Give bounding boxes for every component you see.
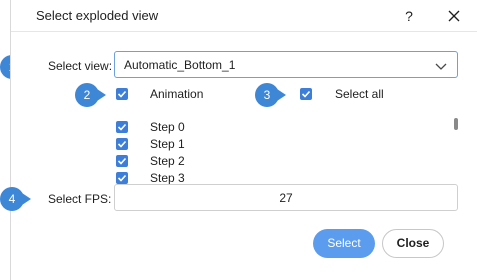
step-label: Step 2 <box>150 154 185 168</box>
animation-checkbox[interactable] <box>116 88 128 100</box>
list-item: Step 3 <box>114 170 444 184</box>
step-label: Step 0 <box>150 120 185 134</box>
chevron-down-icon <box>435 60 447 70</box>
select-all-label: Select all <box>335 87 384 101</box>
list-item: Step 1 <box>114 136 444 152</box>
callout-badge-3: 3 <box>255 83 279 107</box>
help-button[interactable]: ? <box>399 6 419 26</box>
list-item: Step 2 <box>114 153 444 169</box>
select-fps-label: Select FPS: <box>48 192 112 206</box>
steps-scrollbar[interactable] <box>454 118 458 176</box>
callout-arrow-3 <box>277 89 286 101</box>
step-0-checkbox[interactable] <box>116 121 128 133</box>
exploded-view-dialog: Select exploded view ? Select view: Auto… <box>10 0 477 280</box>
view-select-dropdown[interactable]: Automatic_Bottom_1 <box>114 51 458 78</box>
step-label: Step 3 <box>150 171 185 184</box>
select-all-checkbox[interactable] <box>300 88 312 100</box>
title-bar: Select exploded view ? <box>11 0 477 32</box>
callout-arrow-4 <box>22 193 31 205</box>
list-item: Step 0 <box>114 119 444 135</box>
dialog-title: Select exploded view <box>36 8 159 23</box>
step-2-checkbox[interactable] <box>116 155 128 167</box>
callout-badge-2: 2 <box>75 83 99 107</box>
select-button[interactable]: Select <box>313 229 375 258</box>
callout-badge-4: 4 <box>0 187 24 211</box>
step-1-checkbox[interactable] <box>116 138 128 150</box>
scrollbar-thumb[interactable] <box>454 118 458 130</box>
close-button[interactable]: Close <box>382 229 444 258</box>
step-3-checkbox[interactable] <box>116 172 128 184</box>
callout-arrow-2 <box>97 89 106 101</box>
step-label: Step 1 <box>150 137 185 151</box>
view-select-value: Automatic_Bottom_1 <box>124 58 236 72</box>
animation-label: Animation <box>150 87 204 101</box>
select-view-label: Select view: <box>48 59 113 73</box>
steps-list: Step 0 Step 1 Step 2 Step 3 <box>114 114 464 184</box>
close-icon[interactable] <box>444 6 464 26</box>
fps-input[interactable] <box>114 184 458 211</box>
